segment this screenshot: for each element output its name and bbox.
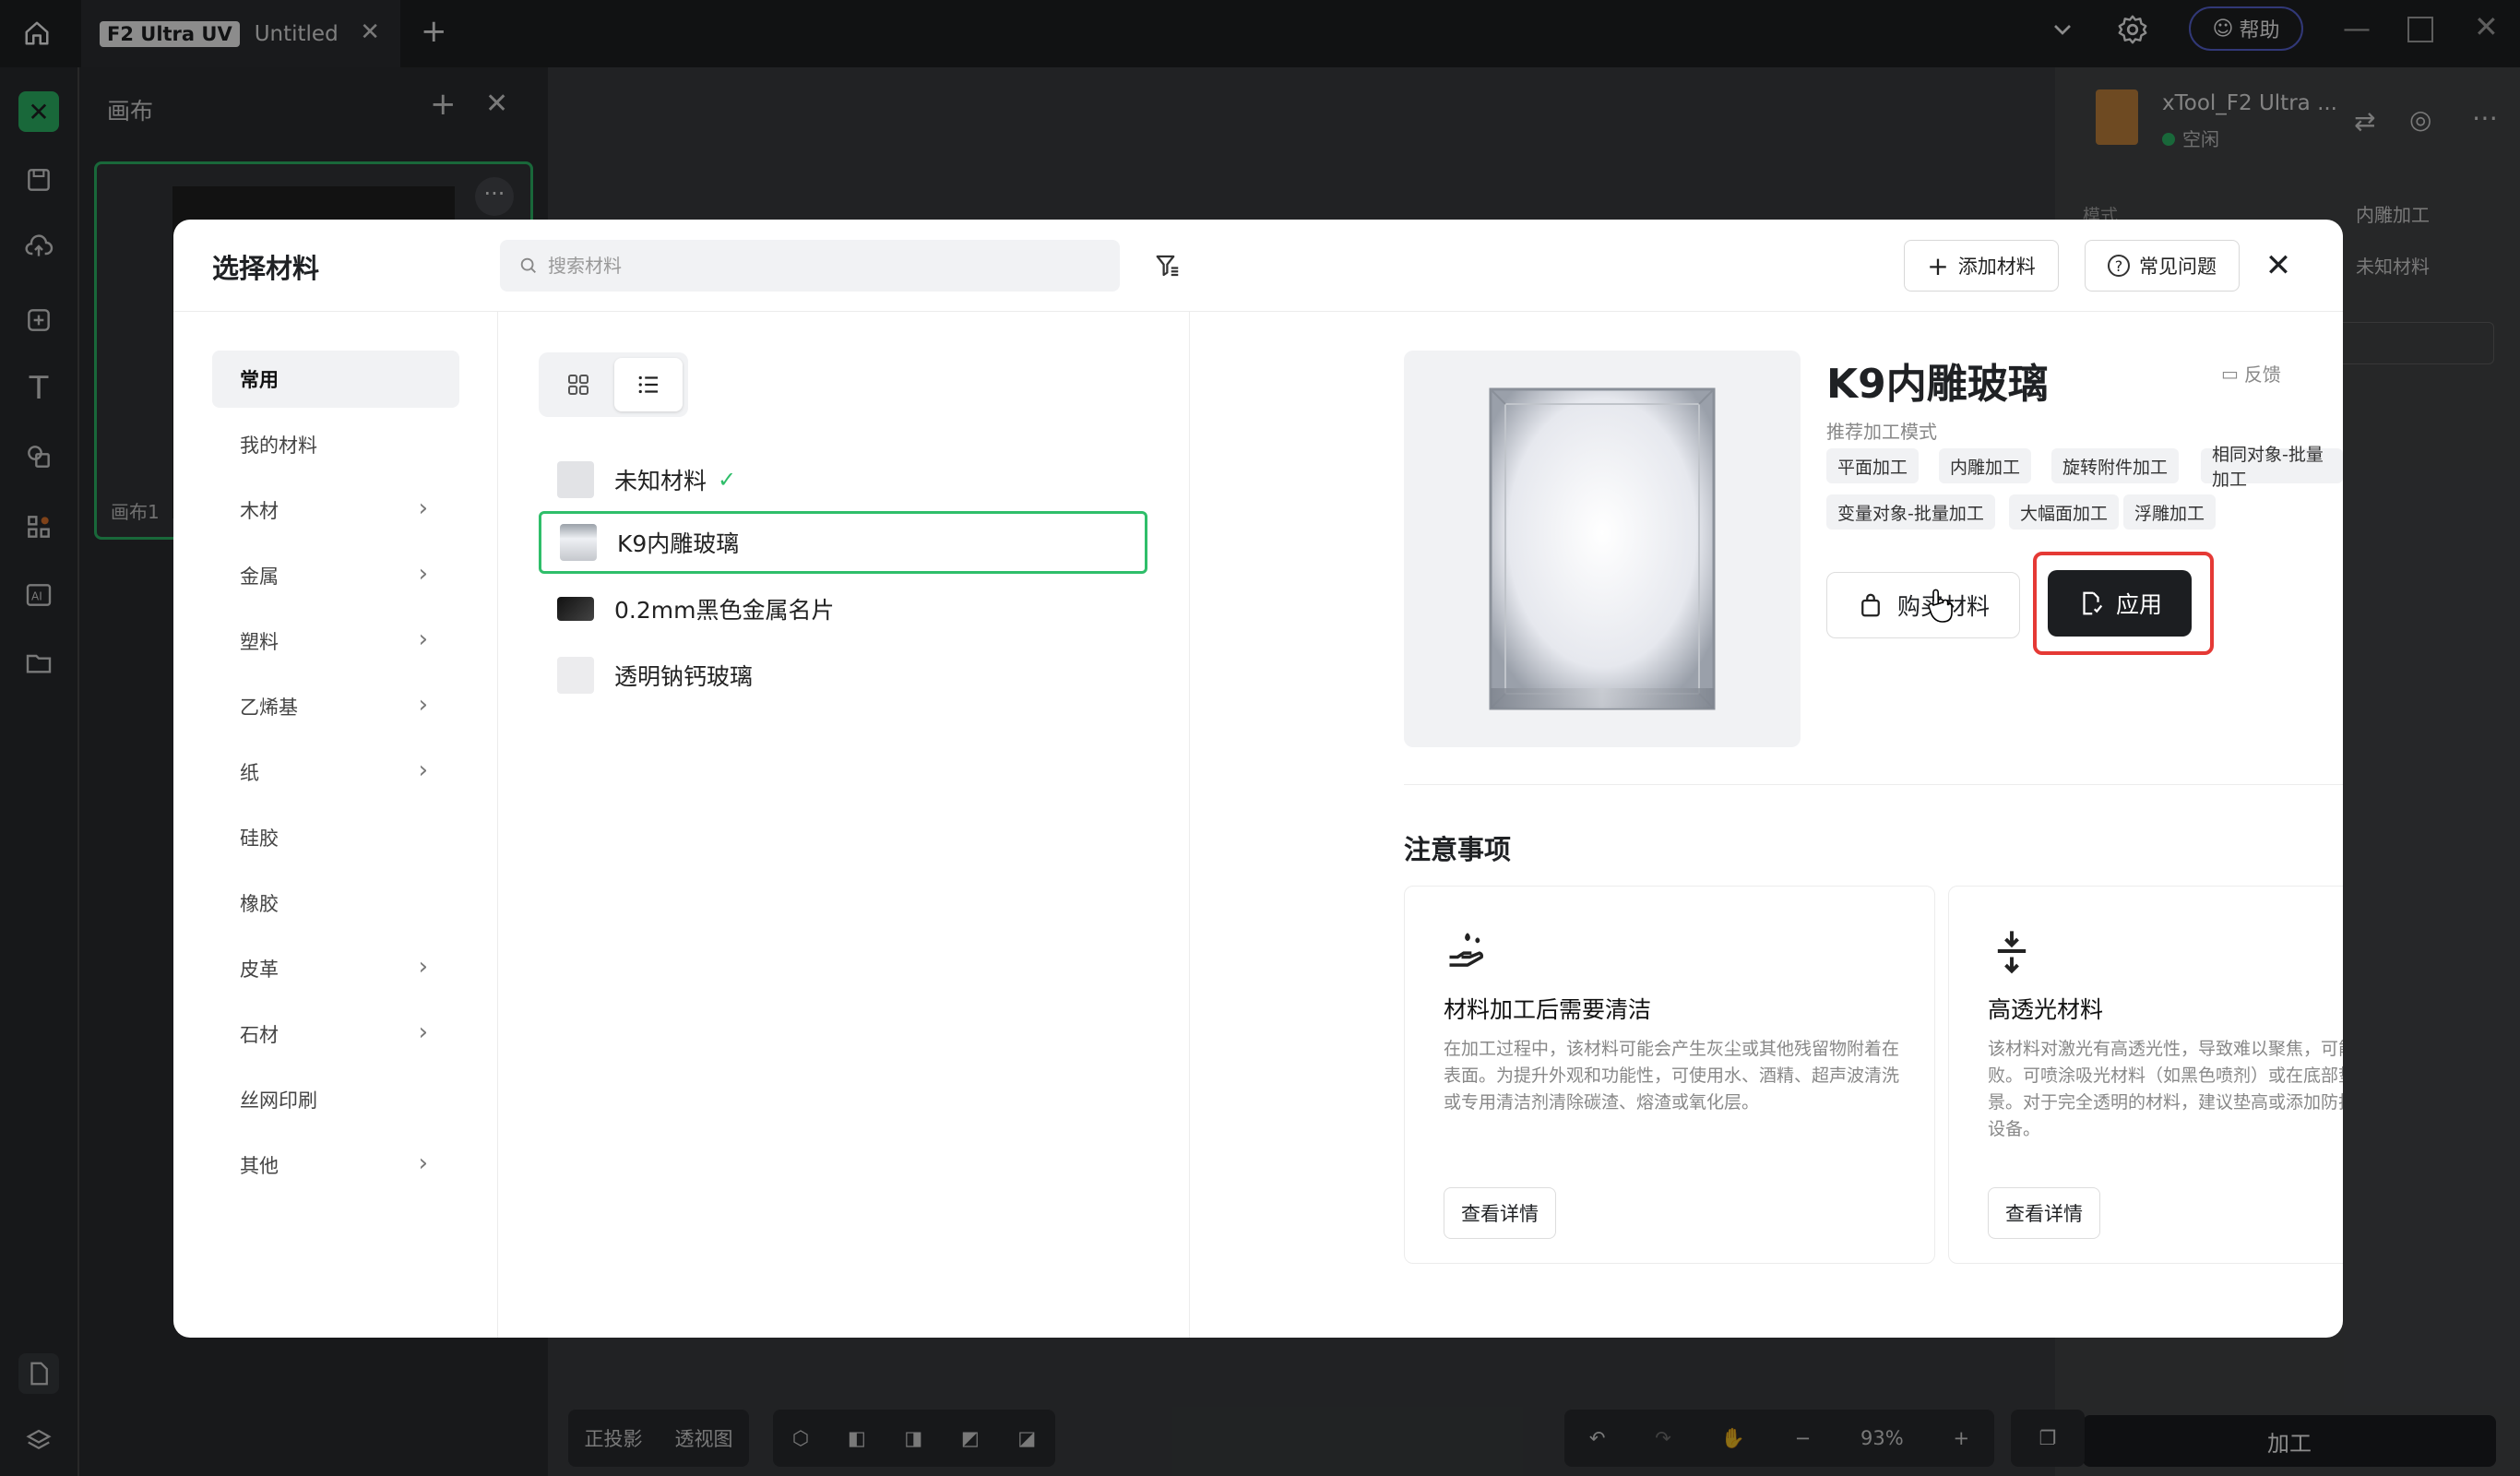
apply-button[interactable]: 应用 (2048, 570, 2192, 637)
material-item-black-metal-card[interactable]: 0.2mm黑色金属名片 (539, 577, 1147, 640)
feedback-link[interactable]: ▭ 反馈 (2221, 360, 2281, 387)
category-item-silicone[interactable]: 硅胶 (212, 809, 459, 866)
category-item-common[interactable]: 常用 (212, 351, 459, 408)
material-list-column: 未知材料 ✓ K9内雕玻璃 0.2mm黑色金属名片 透明钠钙玻璃 (498, 312, 1190, 1338)
chevron-right-icon: › (418, 953, 428, 981)
material-name: K9内雕玻璃 (1826, 361, 2049, 408)
category-item-other[interactable]: 其他 › (212, 1137, 459, 1194)
mouse-cursor-icon (1928, 587, 1954, 624)
filter-icon[interactable] (1149, 247, 1186, 284)
category-item-my-materials[interactable]: 我的材料 (212, 416, 459, 473)
category-list: 常用 我的材料 木材 › 金属 › 塑料 › 乙烯基 › 纸 › 硅胶 橡胶 皮革 › 石材… (173, 312, 498, 1338)
search-icon (520, 257, 536, 273)
material-thumbnail (560, 524, 597, 561)
buy-material-button[interactable]: 购买材料 (1826, 572, 2020, 638)
comment-icon: ▭ (2221, 362, 2239, 385)
note-title: 高透光材料 (1988, 996, 2104, 1023)
add-material-button[interactable]: + 添加材料 (1904, 240, 2059, 292)
applied-check-icon: ✓ (718, 467, 737, 493)
recommended-modes-label: 推荐加工模式 (1826, 421, 1937, 443)
select-material-dialog: 选择材料 + 添加材料 ? 常见问题 ✕ 常用 我的材料 木材› 金属› (173, 220, 2343, 1338)
shopping-bag-icon (1861, 593, 1880, 617)
mode-tag: 旋转附件加工 (2051, 448, 2180, 483)
dialog-header: 选择材料 + 添加材料 ? 常见问题 ✕ (173, 220, 2343, 312)
material-thumbnail (557, 657, 594, 694)
chevron-right-icon: › (418, 560, 428, 588)
note-card-transparency: 高透光材料 该材料对激光有高透光性，导致难以聚焦，可能引起加工失败。可喷涂吸光材… (1948, 886, 2343, 1264)
note-body: 在加工过程中，该材料可能会产生灰尘或其他残留物附着在表面。为提升外观和功能性，可… (1444, 1039, 1900, 1113)
dialog-close-icon[interactable]: ✕ (2256, 244, 2300, 288)
faq-button[interactable]: ? 常见问题 (2085, 240, 2240, 292)
search-input[interactable] (548, 255, 1101, 277)
apply-highlight: 应用 (2033, 552, 2214, 655)
material-thumbnail (557, 597, 594, 621)
notes-title: 注意事项 (1404, 834, 1512, 865)
material-thumbnail (557, 461, 594, 498)
chevron-right-icon: › (418, 1018, 428, 1046)
view-details-button[interactable]: 查看详情 (1988, 1187, 2100, 1239)
category-item-plastic[interactable]: 塑料 › (212, 613, 459, 670)
chevron-right-icon: › (418, 494, 428, 522)
material-image (1404, 351, 1801, 747)
app-window: F2 Ultra UV Untitled ✕ + ☺ 帮助 — ✕ ✕ T AI (0, 0, 2520, 1476)
category-item-stone[interactable]: 石材 › (212, 1006, 459, 1063)
view-details-button[interactable]: 查看详情 (1444, 1187, 1556, 1239)
cleaning-hand-icon (1444, 927, 1492, 975)
chevron-right-icon: › (418, 625, 428, 653)
category-item-paper[interactable]: 纸 › (212, 744, 459, 801)
material-search (500, 240, 1120, 292)
category-item-rubber[interactable]: 橡胶 (212, 875, 459, 932)
light-transmission-icon (1988, 927, 2036, 975)
category-item-screen-printing[interactable]: 丝网印刷 (212, 1071, 459, 1128)
material-item-unknown[interactable]: 未知材料 ✓ (539, 448, 1147, 511)
material-item-k9-glass[interactable]: K9内雕玻璃 (539, 511, 1147, 574)
view-toggle (539, 352, 688, 417)
material-detail: K9内雕玻璃 ▭ 反馈 推荐加工模式 平面加工 内雕加工 旋转附件加工 相同对象… (1190, 312, 2343, 1338)
material-item-soda-lime-glass[interactable]: 透明钠钙玻璃 (539, 644, 1147, 707)
note-card-cleaning: 材料加工后需要清洁 在加工过程中，该材料可能会产生灰尘或其他残留物附着在表面。为… (1404, 886, 1935, 1264)
chevron-right-icon: › (418, 756, 428, 784)
category-item-metal[interactable]: 金属 › (212, 547, 459, 604)
plus-icon: + (1927, 250, 1949, 281)
note-title: 材料加工后需要清洁 (1444, 996, 1652, 1023)
divider (1404, 784, 2343, 785)
dialog-title: 选择材料 (212, 253, 320, 284)
question-icon: ? (2108, 255, 2130, 277)
mode-tag: 内雕加工 (1939, 448, 2032, 483)
apply-icon (2083, 591, 2103, 615)
list-view-icon[interactable] (614, 358, 683, 411)
mode-tag: 变量对象-批量加工 (1826, 494, 1995, 530)
chevron-right-icon: › (418, 691, 428, 719)
chevron-right-icon: › (418, 1149, 428, 1177)
mode-tag: 浮雕加工 (2123, 494, 2217, 530)
mode-tag: 相同对象-批量加工 (2201, 445, 2343, 490)
category-item-leather[interactable]: 皮革 › (212, 940, 459, 997)
category-item-vinyl[interactable]: 乙烯基 › (212, 678, 459, 735)
category-item-wood[interactable]: 木材 › (212, 482, 459, 539)
mode-tag: 大幅面加工 (2009, 494, 2120, 530)
grid-view-icon[interactable] (544, 358, 612, 411)
note-body: 该材料对激光有高透光性，导致难以聚焦，可能引起加工失败。可喷涂吸光材料（如黑色喷… (1988, 1039, 2343, 1139)
mode-tag: 平面加工 (1826, 448, 1920, 483)
